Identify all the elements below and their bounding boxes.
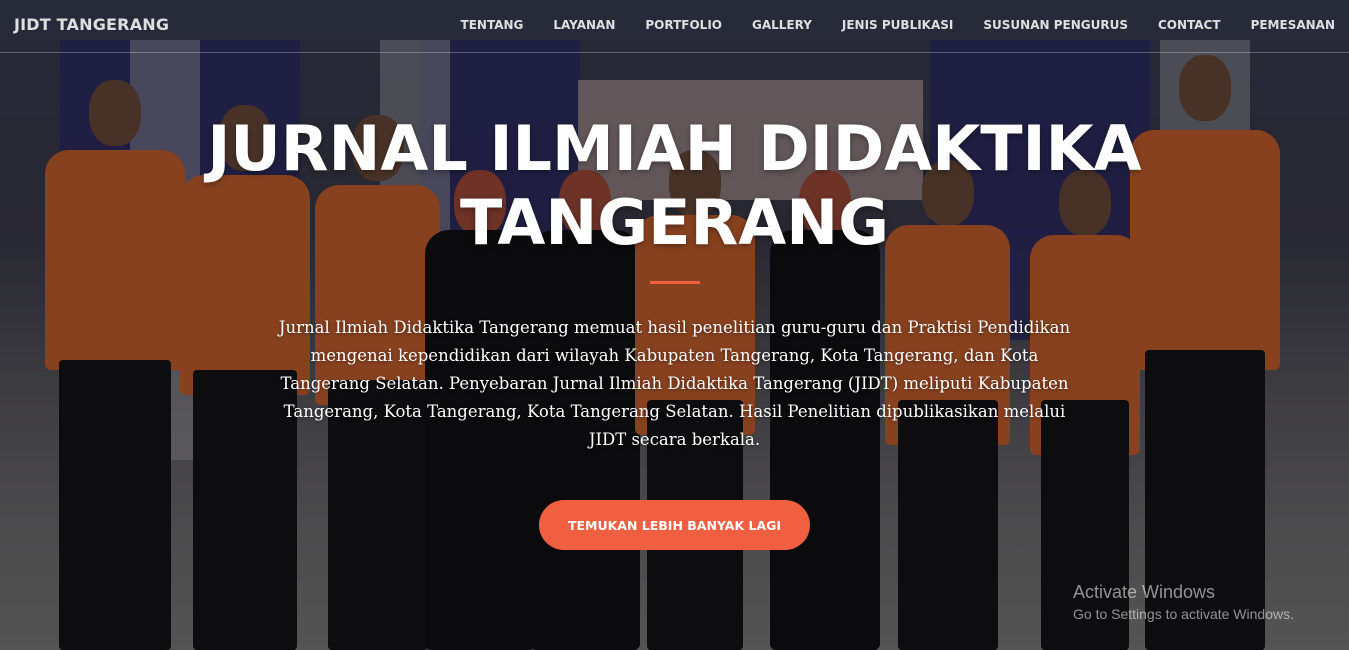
hero-title: JURNAL ILMIAH DIDAKTIKA TANGERANG xyxy=(0,112,1349,260)
hero-title-line1: JURNAL ILMIAH DIDAKTIKA xyxy=(207,112,1142,185)
nav-item-portfolio[interactable]: PORTFOLIO xyxy=(645,18,722,32)
nav-item-pemesanan[interactable]: PEMESANAN xyxy=(1251,18,1335,32)
hero-description: Jurnal Ilmiah Didaktika Tangerang memuat… xyxy=(278,318,1071,449)
nav-item-susunan-pengurus[interactable]: SUSUNAN PENGURUS xyxy=(983,18,1128,32)
title-divider xyxy=(650,281,700,284)
windows-activation-watermark: Activate Windows Go to Settings to activ… xyxy=(1073,582,1294,622)
nav-item-contact[interactable]: CONTACT xyxy=(1158,18,1221,32)
nav-menu: TENTANG LAYANAN PORTFOLIO GALLERY JENIS … xyxy=(431,18,1335,32)
find-out-more-button[interactable]: TEMUKAN LEBIH BANYAK LAGI xyxy=(539,500,810,550)
nav-item-jenis-publikasi[interactable]: JENIS PUBLIKASI xyxy=(842,18,953,32)
watermark-title: Activate Windows xyxy=(1073,582,1216,602)
top-navbar: JIDT TANGERANG TENTANG LAYANAN PORTFOLIO… xyxy=(0,0,1349,53)
nav-item-layanan[interactable]: LAYANAN xyxy=(553,18,615,32)
nav-item-tentang[interactable]: TENTANG xyxy=(461,18,524,32)
watermark-subtitle: Go to Settings to activate Windows. xyxy=(1073,606,1294,622)
hero-title-line2: TANGERANG xyxy=(459,186,890,259)
brand-logo-text[interactable]: JIDT TANGERANG xyxy=(14,15,169,34)
nav-item-gallery[interactable]: GALLERY xyxy=(752,18,812,32)
